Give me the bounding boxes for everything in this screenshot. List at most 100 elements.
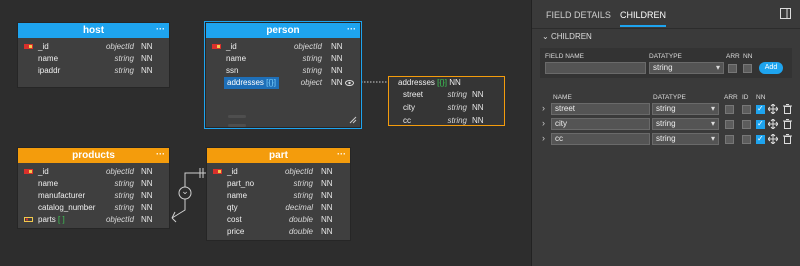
name-column-header: NAME: [553, 94, 572, 101]
nn-checkbox[interactable]: [743, 64, 752, 73]
child-datatype-select[interactable]: string: [652, 118, 719, 130]
child-nn-checkbox[interactable]: [756, 104, 765, 114]
child-row[interactable]: › city string: [532, 118, 800, 131]
field-row[interactable]: name string NN: [206, 53, 360, 65]
field-nn: NN: [141, 42, 153, 51]
field-row[interactable]: _id objectId NN: [18, 41, 169, 53]
tab-field-details[interactable]: FIELD DETAILS: [546, 10, 611, 20]
move-icon[interactable]: [768, 104, 778, 114]
field-row[interactable]: city string NN: [383, 102, 500, 115]
move-icon[interactable]: [768, 119, 778, 129]
relation-toggle-icon[interactable]: ⌄: [180, 186, 190, 197]
children-section-header[interactable]: ⌄ CHILDREN: [542, 32, 592, 41]
child-row[interactable]: › street string: [532, 103, 800, 116]
expand-chevron-icon[interactable]: ›: [542, 103, 545, 113]
field-type: string: [447, 103, 467, 112]
field-row[interactable]: cc string NN: [383, 115, 500, 128]
field-row[interactable]: part_no string NN: [207, 178, 350, 190]
field-type: objectId: [293, 42, 322, 51]
nn-column-header: NN: [756, 94, 766, 101]
table-products[interactable]: products ··· _id objectId NN name string NN ma…: [17, 147, 170, 229]
table-title: products: [72, 150, 115, 161]
child-arr-checkbox[interactable]: [725, 135, 734, 144]
field-row[interactable]: name string NN: [18, 178, 169, 190]
child-datatype-select[interactable]: string: [652, 103, 719, 115]
field-name: catalog_number: [38, 203, 96, 212]
child-arr-checkbox[interactable]: [725, 120, 734, 129]
field-nn: NN: [321, 179, 333, 188]
field-name: price: [227, 227, 245, 236]
field-row[interactable]: ssn string NN: [206, 65, 360, 77]
arr-checkbox[interactable]: [728, 64, 737, 73]
field-nn: NN: [141, 203, 153, 212]
tab-children[interactable]: CHILDREN: [620, 10, 667, 27]
child-name-input[interactable]: city: [551, 118, 650, 130]
table-addresses[interactable]: addresses [{}] NN street string NN city stri…: [388, 76, 505, 126]
arr-column-header: ARR: [724, 94, 738, 101]
field-name: cc: [403, 116, 411, 125]
key-icon: [212, 44, 221, 49]
field-row[interactable]: parts [ ] objectId NN: [18, 214, 169, 226]
child-name-input[interactable]: street: [551, 103, 650, 115]
field-nn: NN: [141, 215, 153, 224]
resize-handle-icon[interactable]: [349, 116, 357, 124]
child-id-checkbox[interactable]: [742, 135, 751, 144]
foreign-key-icon: [24, 217, 33, 222]
field-nn: NN: [472, 116, 484, 125]
child-arr-checkbox[interactable]: [725, 105, 734, 114]
table-person[interactable]: person ··· _id objectId NN name string NN ssn s…: [204, 21, 362, 129]
field-row[interactable]: name string NN: [207, 190, 350, 202]
child-nn-checkbox[interactable]: [756, 134, 765, 144]
field-nn: NN: [141, 54, 153, 63]
diagram-canvas[interactable]: ⌄ host ··· _id objectId NN name string NN ipad…: [0, 0, 530, 266]
datatype-column-header: DATATYPE: [653, 94, 686, 101]
panel-toggle-icon[interactable]: [780, 8, 791, 19]
child-row[interactable]: › cc string: [532, 133, 800, 146]
field-row[interactable]: ipaddr string NN: [18, 65, 169, 77]
field-name: parts [ ]: [38, 215, 65, 224]
field-type: objectId: [105, 215, 134, 224]
child-nn-checkbox[interactable]: [756, 119, 765, 129]
table-menu-icon[interactable]: ···: [156, 150, 165, 159]
child-datatype-select[interactable]: string: [652, 133, 719, 145]
child-id-checkbox[interactable]: [742, 105, 751, 114]
field-row[interactable]: _id objectId NN: [206, 41, 360, 53]
table-part[interactable]: part ··· _id objectId NN part_no string NN nam…: [206, 147, 351, 241]
eye-icon[interactable]: [345, 80, 354, 86]
key-icon: [213, 169, 222, 174]
field-type: string: [114, 191, 134, 200]
field-type: string: [447, 116, 467, 125]
field-name: qty: [227, 203, 238, 212]
delete-icon[interactable]: [783, 119, 792, 129]
field-row[interactable]: manufacturer string NN: [18, 190, 169, 202]
add-button[interactable]: Add: [759, 62, 783, 74]
delete-icon[interactable]: [783, 134, 792, 144]
field-row[interactable]: _id objectId NN: [207, 166, 350, 178]
key-icon: [24, 44, 33, 49]
expand-chevron-icon[interactable]: ›: [542, 133, 545, 143]
move-icon[interactable]: [768, 134, 778, 144]
field-row[interactable]: catalog_number string NN: [18, 202, 169, 214]
expand-chevron-icon[interactable]: ›: [542, 118, 545, 128]
key-icon: [24, 169, 33, 174]
field-row[interactable]: addresses [{}] object NN: [206, 77, 360, 89]
field-type: objectId: [284, 167, 313, 176]
table-host[interactable]: host ··· _id objectId NN name string NN ipaddr…: [17, 22, 170, 88]
field-row[interactable]: qty decimal NN: [207, 202, 350, 214]
table-menu-icon[interactable]: ···: [156, 25, 165, 34]
field-row[interactable]: cost double NN: [207, 214, 350, 226]
child-id-checkbox[interactable]: [742, 120, 751, 129]
child-name-input[interactable]: cc: [551, 133, 650, 145]
id-column-header: ID: [742, 94, 749, 101]
delete-icon[interactable]: [783, 104, 792, 114]
table-menu-icon[interactable]: ···: [347, 25, 356, 34]
field-row[interactable]: street string NN: [383, 89, 500, 102]
field-name-input[interactable]: [545, 62, 646, 74]
field-row[interactable]: _id objectId NN: [18, 166, 169, 178]
collapse-icon[interactable]: ⌄: [542, 32, 549, 41]
field-type: objectId: [105, 42, 134, 51]
table-menu-icon[interactable]: ···: [337, 150, 346, 159]
field-row[interactable]: name string NN: [18, 53, 169, 65]
field-row[interactable]: price double NN: [207, 226, 350, 238]
datatype-select[interactable]: string: [649, 62, 724, 74]
